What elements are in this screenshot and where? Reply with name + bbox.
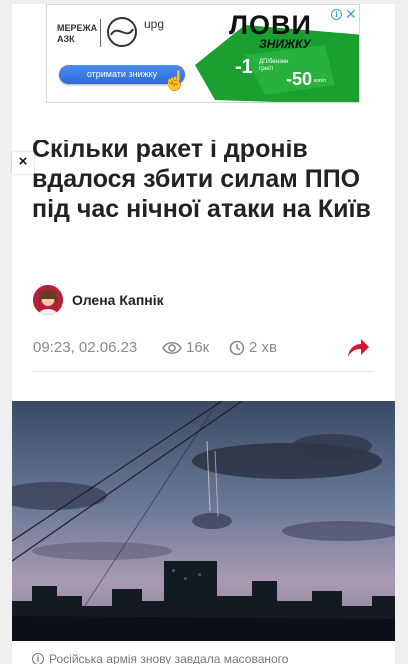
avatar-image (33, 285, 63, 315)
ad-divider (100, 19, 101, 47)
upg-logo-icon (107, 17, 137, 47)
ad-discount-2-unit: коп/л (314, 78, 327, 84)
info-circle-icon: i (32, 653, 44, 664)
close-overlay-button[interactable]: × (12, 152, 34, 174)
views-count-text: 16к (186, 339, 210, 356)
article-photo[interactable] (12, 401, 395, 641)
read-time-text: 2 хв (249, 339, 277, 356)
share-icon[interactable] (346, 337, 370, 359)
meta-divider (32, 371, 374, 372)
ad-discount-1-unit: ДП/бензин грн/л (259, 59, 288, 73)
ad-brand-text: МЕРЕЖА АЗК (57, 23, 98, 44)
author-name[interactable]: Олена Капнік (72, 292, 164, 308)
read-time: 2 хв (229, 339, 277, 356)
article-title: Скільки ракет і дронів вдалося збити сил… (32, 140, 371, 223)
clock-icon (229, 340, 245, 355)
ad-discount-1: -1 (235, 56, 253, 78)
info-icon[interactable]: i (331, 9, 342, 20)
article-card: МЕРЕЖА АЗК upg отримати знижку ☝ ЛОВИ ЗН… (12, 4, 395, 664)
ad-discount-1-unit-text: грн/л (259, 66, 274, 72)
photo-caption-text: Російська армія знову завдала масованого (49, 652, 289, 664)
article-title-wrap: Скільки ракет і дронів вдалося збити сил… (32, 140, 382, 264)
author-avatar[interactable] (33, 285, 63, 315)
ad-banner[interactable]: МЕРЕЖА АЗК upg отримати знижку ☝ ЛОВИ ЗН… (46, 4, 360, 103)
publish-datetime: 09:23, 02.06.23 (33, 339, 138, 356)
views-count: 16к (162, 339, 209, 356)
ad-logo-text: upg (144, 17, 165, 31)
kyiv-night-sky-image (12, 401, 395, 641)
close-icon[interactable]: ✕ (345, 6, 357, 23)
photo-caption: i Російська армія знову завдала масовано… (32, 652, 288, 664)
ad-discount-2: -50 (286, 69, 313, 89)
eye-icon (162, 341, 182, 354)
ad-subtitle: ЗНИЖКУ (259, 37, 311, 51)
ad-discount-1-note: ДП/бензин (259, 59, 289, 65)
